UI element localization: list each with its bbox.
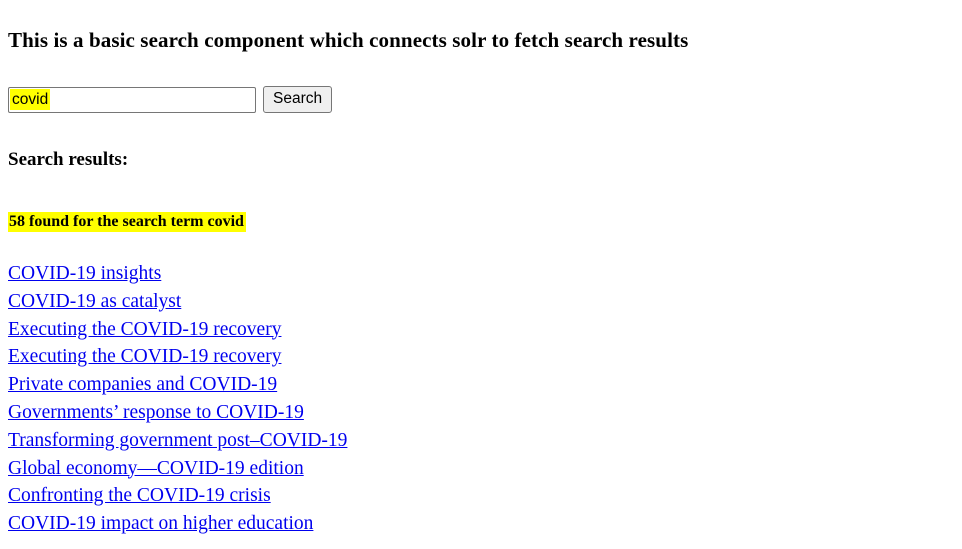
- result-link[interactable]: Confronting the COVID-19 crisis: [8, 485, 271, 506]
- list-item: COVID-19 impact on higher education: [8, 511, 954, 539]
- result-link[interactable]: Executing the COVID-19 recovery: [8, 346, 281, 367]
- result-link[interactable]: Executing the COVID-19 recovery: [8, 319, 281, 340]
- search-results-heading: Search results:: [8, 149, 129, 171]
- result-link[interactable]: COVID-19 as catalyst: [8, 291, 181, 312]
- result-link[interactable]: Transforming government post–COVID-19: [8, 430, 347, 451]
- page-title: This is a basic search component which c…: [8, 28, 689, 52]
- list-item: Global economy—COVID-19 edition: [8, 456, 954, 484]
- result-link[interactable]: Global economy—COVID-19 edition: [8, 458, 304, 479]
- list-item: Confronting the COVID-19 crisis: [8, 483, 954, 511]
- search-bar: covid Search: [8, 86, 954, 114]
- result-link[interactable]: COVID-19 impact on higher education: [8, 513, 313, 534]
- list-item: Executing the COVID-19 recovery: [8, 317, 954, 345]
- list-item: Transforming government post–COVID-19: [8, 428, 954, 456]
- search-input[interactable]: [8, 86, 256, 113]
- result-link[interactable]: Private companies and COVID-19: [8, 374, 277, 395]
- search-input-wrapper: covid: [8, 86, 256, 113]
- search-button[interactable]: Search: [263, 86, 333, 114]
- list-item: Governments’ response to COVID-19: [8, 400, 954, 428]
- list-item: COVID-19 as catalyst: [8, 289, 954, 317]
- list-item: Executing the COVID-19 recovery: [8, 344, 954, 372]
- page-container: This is a basic search component which c…: [0, 0, 962, 547]
- results-count-text: 58 found for the search term covid: [8, 211, 246, 232]
- result-link[interactable]: COVID-19 insights: [8, 263, 161, 284]
- result-link[interactable]: Governments’ response to COVID-19: [8, 402, 304, 423]
- list-item: Private companies and COVID-19: [8, 372, 954, 400]
- results-count-line: 58 found for the search term covid: [8, 211, 954, 232]
- search-results-list: COVID-19 insights COVID-19 as catalyst E…: [8, 261, 954, 539]
- list-item: COVID-19 insights: [8, 261, 954, 289]
